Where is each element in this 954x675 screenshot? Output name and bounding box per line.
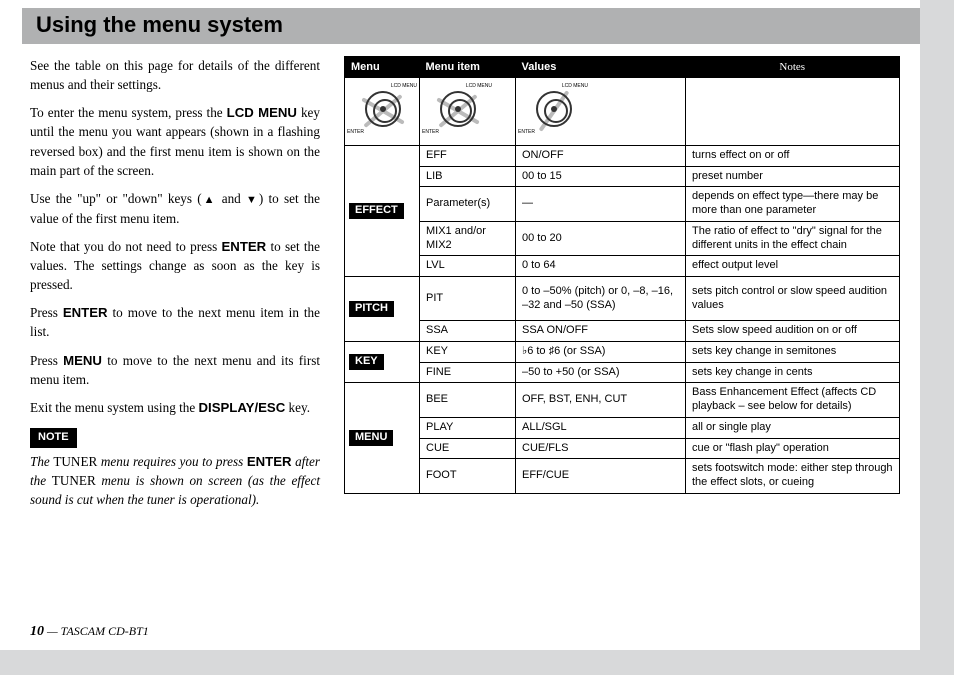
note-label: NOTE	[30, 428, 77, 448]
content-columns: See the table on this page for details o…	[30, 56, 900, 518]
table-row: FOOTEFF/CUEsets footswitch mode: either …	[345, 459, 900, 494]
paragraph: Press MENU to move to the next menu and …	[30, 351, 320, 389]
key-label: LCD MENU	[227, 105, 297, 120]
page-footer: 10 — TASCAM CD-BT1	[30, 624, 149, 640]
note-paragraph: The TUNER menu requires you to press ENT…	[30, 452, 320, 509]
menu-settings-table: Menu Menu item Values Notes ENTERLCD MEN…	[344, 56, 900, 494]
menu-cell-effect: EFFECT	[345, 145, 420, 276]
key-label: ENTER	[63, 305, 108, 320]
title-bar: Using the menu system	[22, 8, 920, 44]
table-row: LIB00 to 15preset number	[345, 166, 900, 187]
notes-cell: turns effect on or off	[686, 145, 900, 166]
table-body: ENTERLCD MENU ENTERLCD MENU ENTERLCD MEN…	[345, 78, 900, 494]
manual-page: Using the menu system See the table on t…	[0, 0, 920, 650]
table-column: Menu Menu item Values Notes ENTERLCD MEN…	[344, 56, 900, 518]
page-title: Using the menu system	[36, 12, 906, 38]
table-row: CUECUE/FLScue or "flash play" operation	[345, 438, 900, 459]
jog-wheel-item-icon: ENTERLCD MENU	[420, 78, 516, 146]
table-row: KEY KEY♭6 to ♯6 (or SSA)sets key change …	[345, 341, 900, 362]
table-row: SSASSA ON/OFFSets slow speed audition on…	[345, 321, 900, 342]
col-header-menu: Menu	[345, 57, 420, 78]
table-row: Parameter(s)—depends on effect type—ther…	[345, 187, 900, 222]
empty-cell	[686, 78, 900, 146]
col-header-values: Values	[516, 57, 686, 78]
down-arrow-icon: ▼	[246, 194, 259, 206]
table-row: PLAYALL/SGLall or single play	[345, 417, 900, 438]
menu-cell-pitch: PITCH	[345, 277, 420, 342]
product-name: TASCAM CD-BT1	[61, 624, 149, 638]
table-header-row: Menu Menu item Values Notes	[345, 57, 900, 78]
key-label: DISPLAY/ESC	[199, 400, 286, 415]
table-row: EFFECT EFF ON/OFF turns effect on or off	[345, 145, 900, 166]
icon-header-row: ENTERLCD MENU ENTERLCD MENU ENTERLCD MEN…	[345, 78, 900, 146]
table-row: FINE–50 to +50 (or SSA)sets key change i…	[345, 362, 900, 383]
body-text-column: See the table on this page for details o…	[30, 56, 320, 518]
up-arrow-icon: ▲	[202, 194, 217, 206]
item-cell: EFF	[420, 145, 516, 166]
jog-wheel-menu-icon: ENTERLCD MENU	[345, 78, 420, 146]
paragraph: Exit the menu system using the DISPLAY/E…	[30, 398, 320, 417]
paragraph: Press ENTER to move to the next menu ite…	[30, 303, 320, 341]
table-row: MENU BEEOFF, BST, ENH, CUTBass Enhanceme…	[345, 383, 900, 418]
paragraph: See the table on this page for details o…	[30, 56, 320, 94]
col-header-notes: Notes	[686, 57, 900, 78]
table-row: PITCH PIT0 to –50% (pitch) or 0, –8, –16…	[345, 277, 900, 321]
jog-wheel-values-icon: ENTERLCD MENU	[516, 78, 686, 146]
key-label: MENU	[63, 353, 102, 368]
table-row: LVL0 to 64effect output level	[345, 256, 900, 277]
paragraph: Note that you do not need to press ENTER…	[30, 237, 320, 294]
col-header-item: Menu item	[420, 57, 516, 78]
menu-cell-key: KEY	[345, 341, 420, 383]
table-row: MIX1 and/or MIX200 to 20The ratio of eff…	[345, 221, 900, 256]
values-cell: ON/OFF	[516, 145, 686, 166]
key-label: ENTER	[222, 239, 267, 254]
menu-cell-menu: MENU	[345, 383, 420, 494]
paragraph: Use the "up" or "down" keys (▲ and ▼) to…	[30, 189, 320, 228]
page-number: 10	[30, 624, 44, 639]
paragraph: To enter the menu system, press the LCD …	[30, 103, 320, 180]
